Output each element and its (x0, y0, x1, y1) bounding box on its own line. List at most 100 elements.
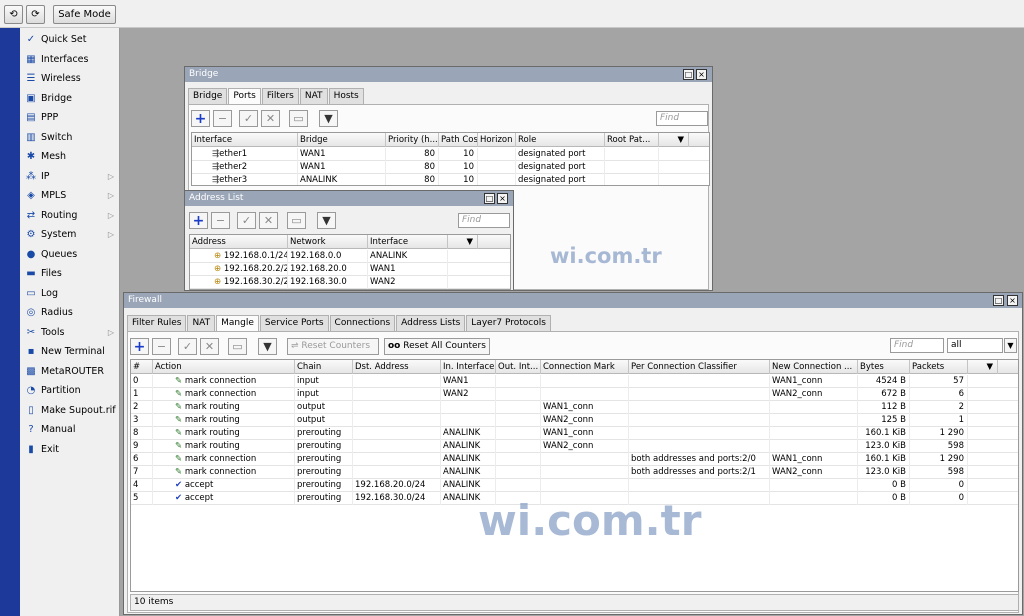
filter-dropdown-button[interactable]: ▼ (1004, 338, 1017, 353)
column-header[interactable]: Root Pat... (605, 133, 659, 147)
column-header[interactable]: Action (153, 360, 295, 374)
column-header[interactable]: Bridge (298, 133, 386, 147)
tab-nat[interactable]: NAT (299, 88, 328, 104)
tab-layer7-protocols[interactable]: Layer7 Protocols (466, 315, 551, 331)
address-list-title[interactable]: Address List (185, 191, 513, 206)
maximize-icon[interactable]: □ (683, 69, 694, 80)
column-header[interactable]: Out. Int... (496, 360, 541, 374)
filter-button[interactable]: ▼ (317, 212, 336, 229)
safe-mode-button[interactable]: Safe Mode (53, 5, 116, 24)
tab-filter-rules[interactable]: Filter Rules (127, 315, 187, 331)
maximize-icon[interactable]: □ (484, 193, 495, 204)
column-header[interactable]: # (131, 360, 153, 374)
close-icon[interactable]: × (497, 193, 508, 204)
sidebar-item-bridge[interactable]: ▣ Bridge (20, 89, 120, 108)
column-header[interactable]: Interface (192, 133, 298, 147)
comment-button[interactable]: ▭ (287, 212, 306, 229)
tab-mangle[interactable]: Mangle (216, 315, 259, 332)
enable-button[interactable]: ✓ (239, 110, 258, 127)
remove-button[interactable]: − (213, 110, 232, 127)
tab-connections[interactable]: Connections (329, 315, 396, 331)
table-row[interactable]: ⊕ 192.168.20.2/24 192.168.20.0 WAN1 (190, 263, 510, 276)
sidebar-item-files[interactable]: ▬ Files (20, 264, 120, 283)
table-row[interactable]: 1 ✎ mark connection input WAN2 WAN2_conn 672 … (131, 388, 1018, 401)
sidebar-item-exit[interactable]: ▮ Exit (20, 440, 120, 459)
sidebar-item-wireless[interactable]: ☰ Wireless (20, 69, 120, 88)
column-header[interactable]: New Connection ... (770, 360, 858, 374)
sidebar-item-partition[interactable]: ◔ Partition (20, 381, 120, 400)
tab-hosts[interactable]: Hosts (328, 88, 364, 104)
tab-filters[interactable]: Filters (261, 88, 299, 104)
tab-bridge[interactable]: Bridge (188, 88, 228, 104)
table-row[interactable]: 4 ✔ accept prerouting 192.168.20.0/24 ANALIN… (131, 479, 1018, 492)
sidebar-item-interfaces[interactable]: ▦ Interfaces (20, 50, 120, 69)
enable-button[interactable]: ✓ (237, 212, 256, 229)
table-row[interactable]: 6 ✎ mark connection prerouting ANALINK both … (131, 453, 1018, 466)
undo-button[interactable]: ⟲ (4, 5, 23, 24)
column-header[interactable]: Chain (295, 360, 353, 374)
sidebar-item-tools[interactable]: ✂ Tools ▷ (20, 323, 120, 342)
table-row[interactable]: 7 ✎ mark connection prerouting ANALINK both … (131, 466, 1018, 479)
tab-nat[interactable]: NAT (187, 315, 216, 331)
column-menu-button[interactable]: ▼ (659, 133, 689, 147)
column-header[interactable]: Interface (368, 235, 448, 249)
sidebar-item-manual[interactable]: ? Manual (20, 420, 120, 439)
disable-button[interactable]: ✕ (261, 110, 280, 127)
table-row[interactable]: ⊕ 192.168.0.1/24 192.168.0.0 ANALINK (190, 250, 510, 263)
redo-button[interactable]: ⟳ (26, 5, 45, 24)
find-input[interactable]: Find (458, 213, 510, 228)
sidebar-item-make-supout-rif[interactable]: ▯ Make Supout.rif (20, 401, 120, 420)
table-row[interactable]: 0 ✎ mark connection input WAN1 WAN1_conn 4524… (131, 375, 1018, 388)
tab-address-lists[interactable]: Address Lists (396, 315, 466, 331)
sidebar-item-radius[interactable]: ◎ Radius (20, 303, 120, 322)
disable-button[interactable]: ✕ (200, 338, 219, 355)
sidebar-item-routing[interactable]: ⇄ Routing ▷ (20, 206, 120, 225)
close-icon[interactable]: × (696, 69, 707, 80)
close-icon[interactable]: × (1007, 295, 1018, 306)
bridge-window-title[interactable]: Bridge (185, 67, 712, 82)
remove-button[interactable]: − (211, 212, 230, 229)
column-header[interactable]: Per Connection Classifier (629, 360, 770, 374)
add-button[interactable]: + (130, 338, 149, 355)
column-header[interactable]: Bytes (858, 360, 910, 374)
sidebar-item-queues[interactable]: ● Queues (20, 245, 120, 264)
reset-all-counters-button[interactable]: oo Reset All Counters (384, 338, 490, 355)
column-header[interactable]: Packets (910, 360, 968, 374)
filter-select[interactable]: all (947, 338, 1003, 353)
reset-counters-button[interactable]: ⇌ Reset Counters (287, 338, 379, 355)
sidebar-item-new-terminal[interactable]: ▪ New Terminal (20, 342, 120, 361)
add-button[interactable]: + (189, 212, 208, 229)
column-header[interactable]: Path Cost (439, 133, 478, 147)
column-header[interactable]: In. Interface (441, 360, 496, 374)
sidebar-item-quick-set[interactable]: ✓ Quick Set (20, 30, 120, 49)
column-header[interactable]: Priority (h... (386, 133, 439, 147)
column-header[interactable]: Horizon (478, 133, 516, 147)
column-header[interactable]: Network (288, 235, 368, 249)
sidebar-item-ppp[interactable]: ▤ PPP (20, 108, 120, 127)
sidebar-item-ip[interactable]: ⁂ IP ▷ (20, 167, 120, 186)
table-row[interactable]: ⇶ether2 WAN1 80 10 designated port (192, 161, 709, 174)
remove-button[interactable]: − (152, 338, 171, 355)
table-row[interactable]: 2 ✎ mark routing output WAN1_conn 112 B2 (131, 401, 1018, 414)
table-row[interactable]: 8 ✎ mark routing prerouting ANALINK WAN1_con… (131, 427, 1018, 440)
sidebar-item-mesh[interactable]: ✱ Mesh (20, 147, 120, 166)
column-menu-button[interactable]: ▼ (968, 360, 998, 374)
filter-button[interactable]: ▼ (319, 110, 338, 127)
filter-button[interactable]: ▼ (258, 338, 277, 355)
sidebar-item-mpls[interactable]: ◈ MPLS ▷ (20, 186, 120, 205)
table-row[interactable]: 3 ✎ mark routing output WAN2_conn 125 B1 (131, 414, 1018, 427)
sidebar-item-system[interactable]: ⚙ System ▷ (20, 225, 120, 244)
table-row[interactable]: ⇶ether3 ANALINK 80 10 designated port (192, 174, 709, 185)
add-button[interactable]: + (191, 110, 210, 127)
comment-button[interactable]: ▭ (289, 110, 308, 127)
sidebar-item-switch[interactable]: ▥ Switch (20, 128, 120, 147)
sidebar-item-log[interactable]: ▭ Log (20, 284, 120, 303)
column-menu-button[interactable]: ▼ (448, 235, 478, 249)
comment-button[interactable]: ▭ (228, 338, 247, 355)
find-input[interactable]: Find (656, 111, 708, 126)
enable-button[interactable]: ✓ (178, 338, 197, 355)
maximize-icon[interactable]: □ (993, 295, 1004, 306)
find-input[interactable]: Find (890, 338, 944, 353)
column-header[interactable]: Address (190, 235, 288, 249)
sidebar-item-metarouter[interactable]: ▩ MetaROUTER (20, 362, 120, 381)
